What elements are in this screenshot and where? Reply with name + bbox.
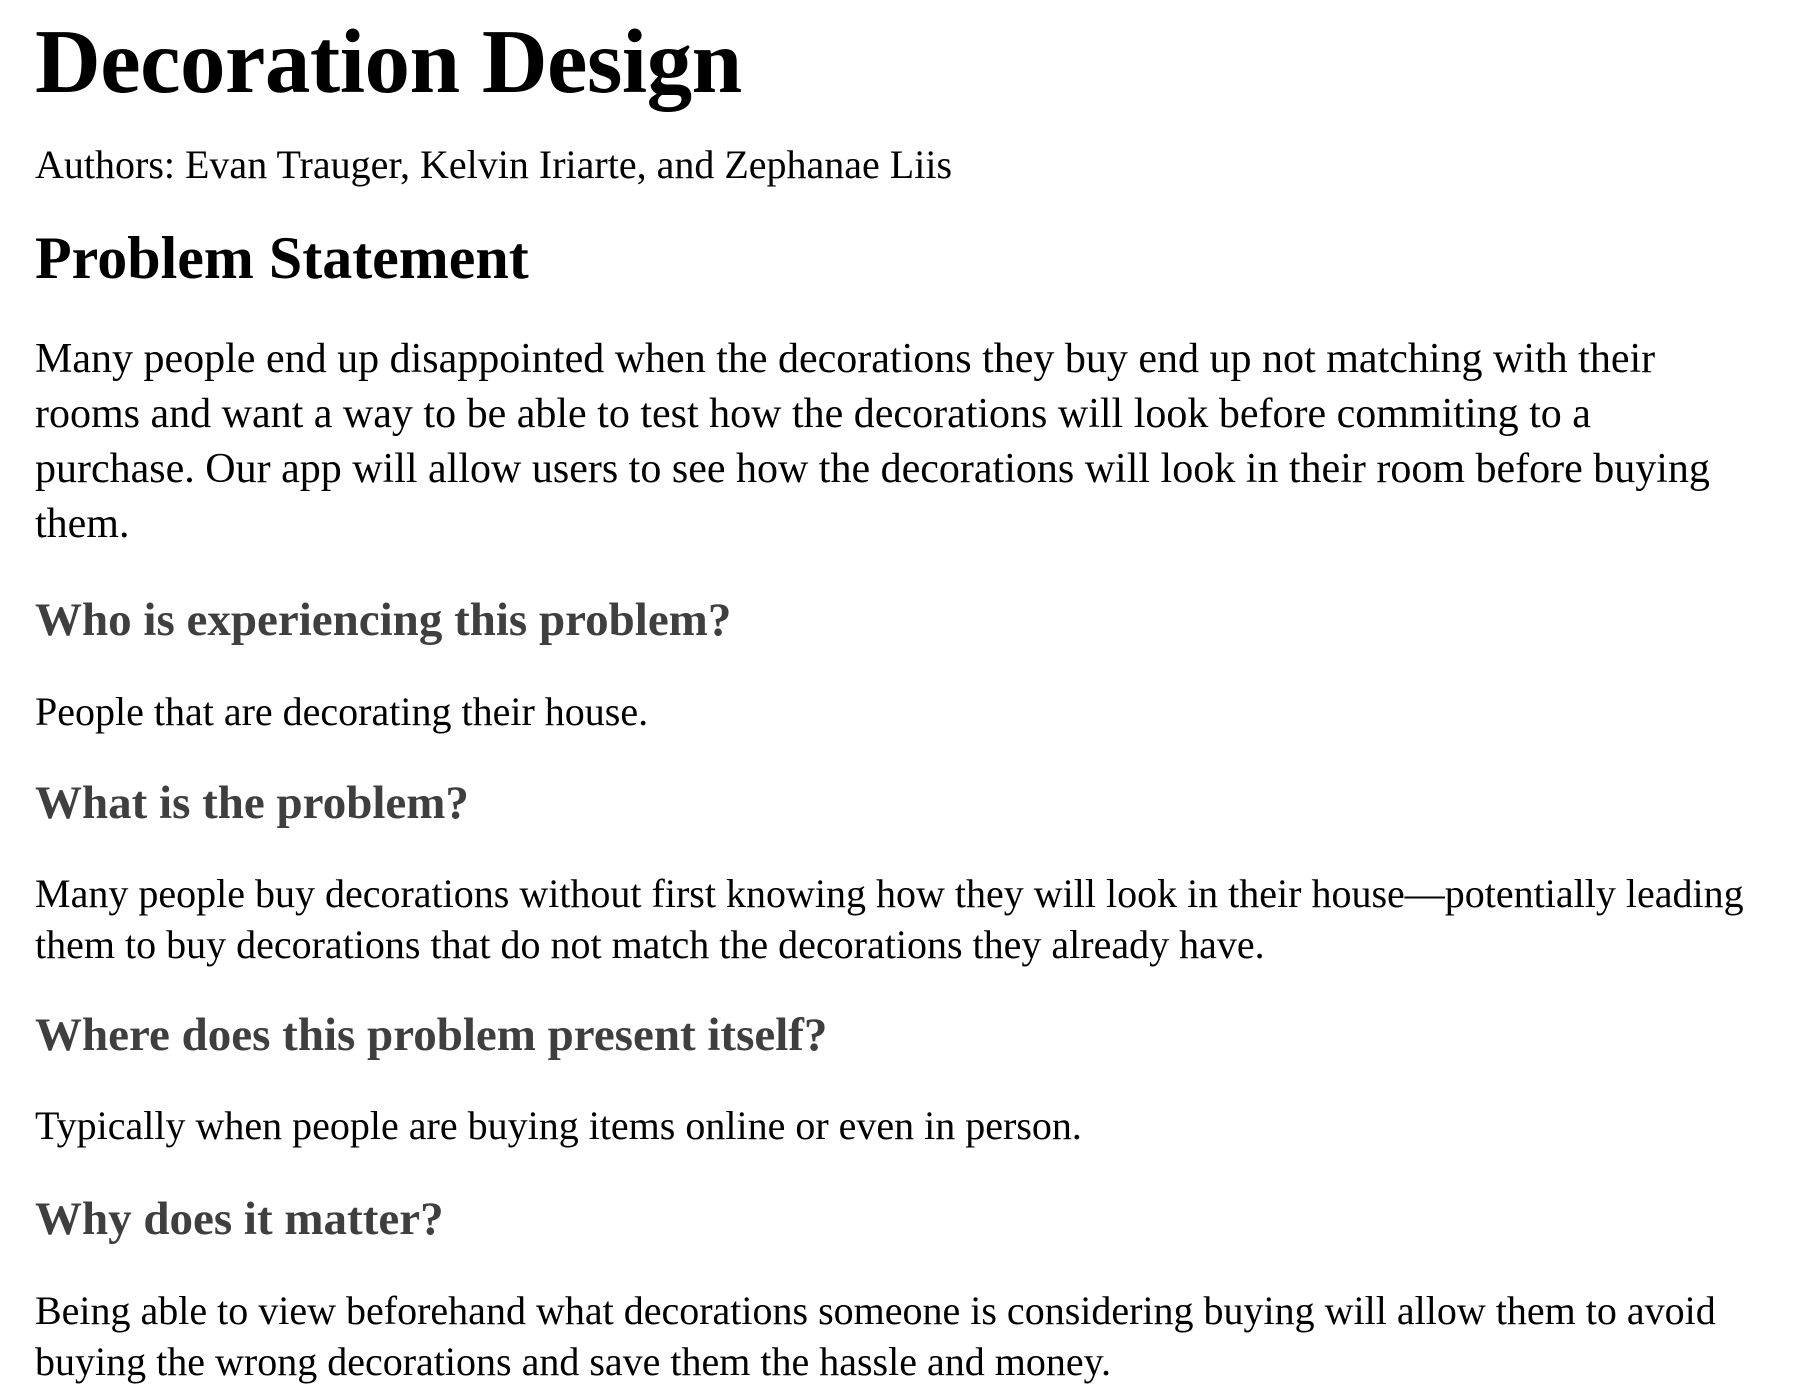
authors-line: Authors: Evan Trauger, Kelvin Iriarte, a… xyxy=(35,142,953,187)
section-heading-problem-statement: Problem Statement xyxy=(35,225,529,291)
page-title: Decoration Design xyxy=(35,11,742,112)
question-heading-where: Where does this problem present itself? xyxy=(35,1009,828,1061)
problem-statement-paragraph: Many people end up disappointed when the… xyxy=(35,336,1710,547)
answer-why: Being able to view beforehand what decor… xyxy=(35,1288,1716,1384)
question-heading-what: What is the problem? xyxy=(35,777,469,829)
answer-what: Many people buy decorations without firs… xyxy=(35,871,1744,967)
question-heading-who: Who is experiencing this problem? xyxy=(35,594,732,646)
document-page: Decoration Design Authors: Evan Trauger,… xyxy=(0,0,1793,1387)
answer-where: Typically when people are buying items o… xyxy=(35,1103,1082,1148)
question-heading-why: Why does it matter? xyxy=(35,1193,444,1245)
answer-who: People that are decorating their house. xyxy=(35,689,649,734)
